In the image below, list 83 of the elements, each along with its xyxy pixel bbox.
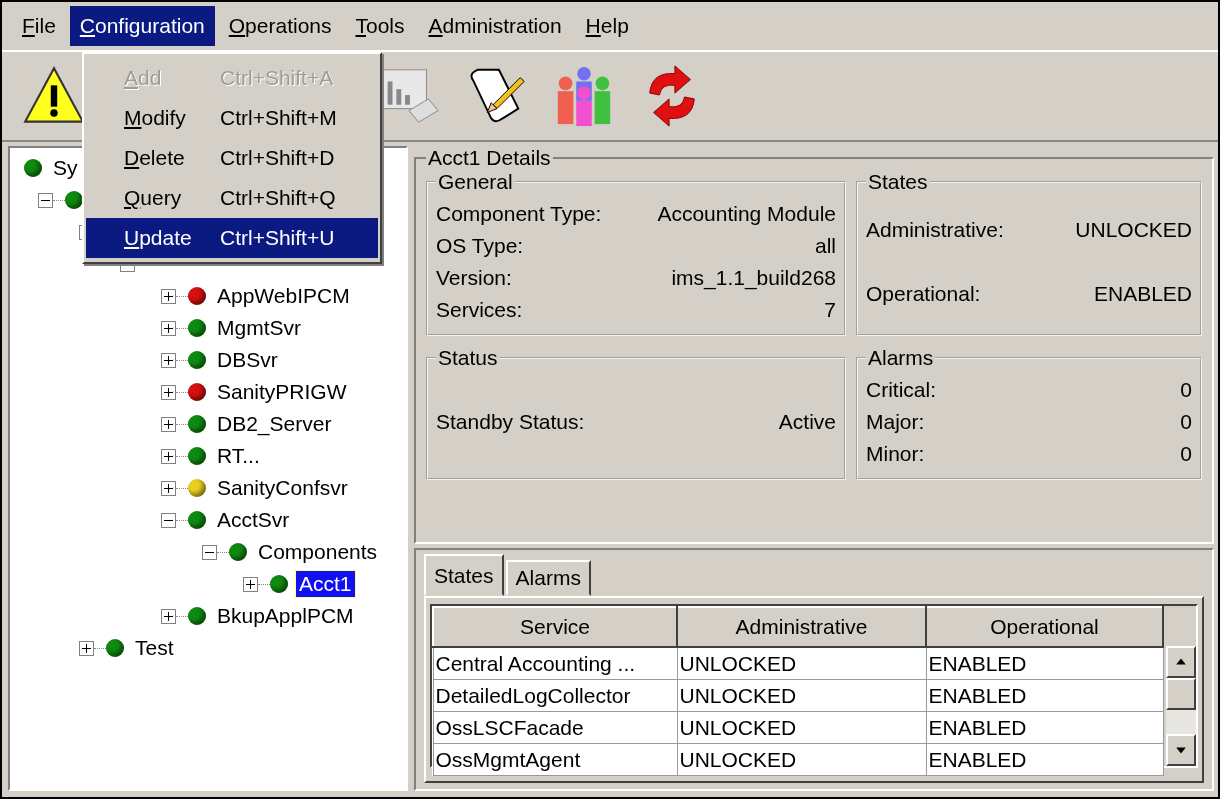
table-cell: ENABLED bbox=[926, 743, 1163, 776]
expander-icon[interactable] bbox=[161, 416, 176, 432]
field-value: 0 bbox=[1180, 441, 1192, 467]
field-value: UNLOCKED bbox=[1075, 217, 1192, 243]
field-label: Version: bbox=[436, 265, 512, 291]
field-label: Component Type: bbox=[436, 201, 602, 227]
field-label: Administrative: bbox=[866, 217, 1004, 243]
scrollbar[interactable] bbox=[1166, 646, 1196, 766]
table-cell: UNLOCKED bbox=[677, 679, 926, 712]
field-value: all bbox=[815, 233, 836, 259]
field-value: ENABLED bbox=[1093, 281, 1192, 307]
scroll-track[interactable] bbox=[1166, 710, 1196, 734]
tree-item[interactable]: AppWebIPCM bbox=[214, 283, 353, 309]
tree-item[interactable]: AcctSvr bbox=[214, 507, 293, 533]
expander-icon[interactable] bbox=[161, 448, 176, 464]
tab[interactable]: States bbox=[424, 554, 504, 596]
column-header[interactable]: Operational bbox=[926, 607, 1163, 647]
table-cell: DetailedLogCollector bbox=[433, 679, 677, 712]
table-cell: OssLSCFacade bbox=[433, 711, 677, 744]
menu-item[interactable]: Help bbox=[575, 6, 639, 46]
field-label: Services: bbox=[436, 297, 523, 323]
table-cell: ENABLED bbox=[926, 647, 1163, 680]
expander-icon[interactable] bbox=[202, 544, 217, 560]
expander-icon[interactable] bbox=[79, 640, 94, 656]
menu-item[interactable]: Modify Ctrl+Shift+M bbox=[86, 98, 378, 138]
expander-icon[interactable] bbox=[161, 384, 176, 400]
table-cell: UNLOCKED bbox=[677, 647, 926, 680]
field-label: OS Type: bbox=[436, 233, 524, 259]
column-header[interactable]: Service bbox=[433, 607, 677, 647]
field-value: 7 bbox=[824, 297, 836, 323]
expander-icon[interactable] bbox=[161, 320, 176, 336]
field-value: Active bbox=[778, 409, 836, 435]
tree-item[interactable]: Test bbox=[132, 635, 177, 661]
menu-item[interactable]: Administration bbox=[418, 6, 572, 46]
expander-icon[interactable] bbox=[161, 352, 176, 368]
group-title: States bbox=[867, 170, 929, 194]
tree-item[interactable]: Sy bbox=[50, 155, 81, 181]
group-title: Status bbox=[437, 346, 499, 370]
menu-item[interactable]: Update Ctrl+Shift+U bbox=[86, 218, 378, 258]
tree-item[interactable]: Acct1 bbox=[296, 571, 355, 597]
table-cell: ENABLED bbox=[926, 679, 1163, 712]
group-title: General bbox=[437, 170, 514, 194]
scroll-thumb[interactable] bbox=[1166, 678, 1196, 710]
tab[interactable]: Alarms bbox=[505, 560, 591, 596]
tree-item[interactable]: SanityPRIGW bbox=[214, 379, 350, 405]
tree-item[interactable]: DB2_Server bbox=[214, 411, 335, 437]
field-label: Standby Status: bbox=[436, 409, 585, 435]
tree-item[interactable]: Components bbox=[255, 539, 381, 565]
menu-item[interactable]: File bbox=[12, 6, 66, 46]
field-label: Critical: bbox=[866, 377, 936, 403]
table-cell: ENABLED bbox=[926, 711, 1163, 744]
expander-icon[interactable] bbox=[243, 576, 258, 592]
table-cell: Central Accounting ... bbox=[433, 647, 677, 680]
tree-item[interactable]: BkupApplPCM bbox=[214, 603, 357, 629]
menu-item[interactable]: Configuration bbox=[69, 6, 215, 46]
menu-item[interactable]: Delete Ctrl+Shift+D bbox=[86, 138, 378, 178]
menu-item[interactable]: Query Ctrl+Shift+Q bbox=[86, 178, 378, 218]
tree-item[interactable]: DBSvr bbox=[214, 347, 281, 373]
group-title: Alarms bbox=[867, 346, 935, 370]
table-cell: UNLOCKED bbox=[677, 743, 926, 776]
menu-item[interactable]: Operations bbox=[218, 6, 342, 46]
scroll-down-icon[interactable] bbox=[1166, 734, 1196, 766]
expander-icon[interactable] bbox=[161, 480, 176, 496]
field-value: ims_1.1_build268 bbox=[671, 265, 836, 292]
tree-item[interactable]: RT... bbox=[214, 443, 263, 469]
scroll-up-icon[interactable] bbox=[1166, 646, 1196, 678]
column-header[interactable]: Administrative bbox=[677, 607, 926, 647]
details-title: Acct1 Details bbox=[427, 146, 552, 170]
field-value: Accounting Module bbox=[657, 201, 836, 227]
expander-icon[interactable] bbox=[38, 192, 53, 208]
tree-item[interactable]: MgmtSvr bbox=[214, 315, 304, 341]
field-label: Operational: bbox=[866, 281, 981, 307]
expander-icon[interactable] bbox=[161, 512, 176, 528]
table-cell: OssMgmtAgent bbox=[433, 743, 677, 776]
field-value: 0 bbox=[1180, 409, 1192, 435]
expander-icon[interactable] bbox=[161, 608, 176, 624]
field-value: 0 bbox=[1180, 377, 1192, 403]
table-cell: UNLOCKED bbox=[677, 711, 926, 744]
tree-item[interactable]: SanityConfsvr bbox=[214, 475, 351, 501]
field-label: Major: bbox=[866, 409, 925, 435]
menu-item[interactable]: Tools bbox=[345, 6, 415, 46]
expander-icon[interactable] bbox=[161, 288, 176, 304]
field-label: Minor: bbox=[866, 441, 925, 467]
